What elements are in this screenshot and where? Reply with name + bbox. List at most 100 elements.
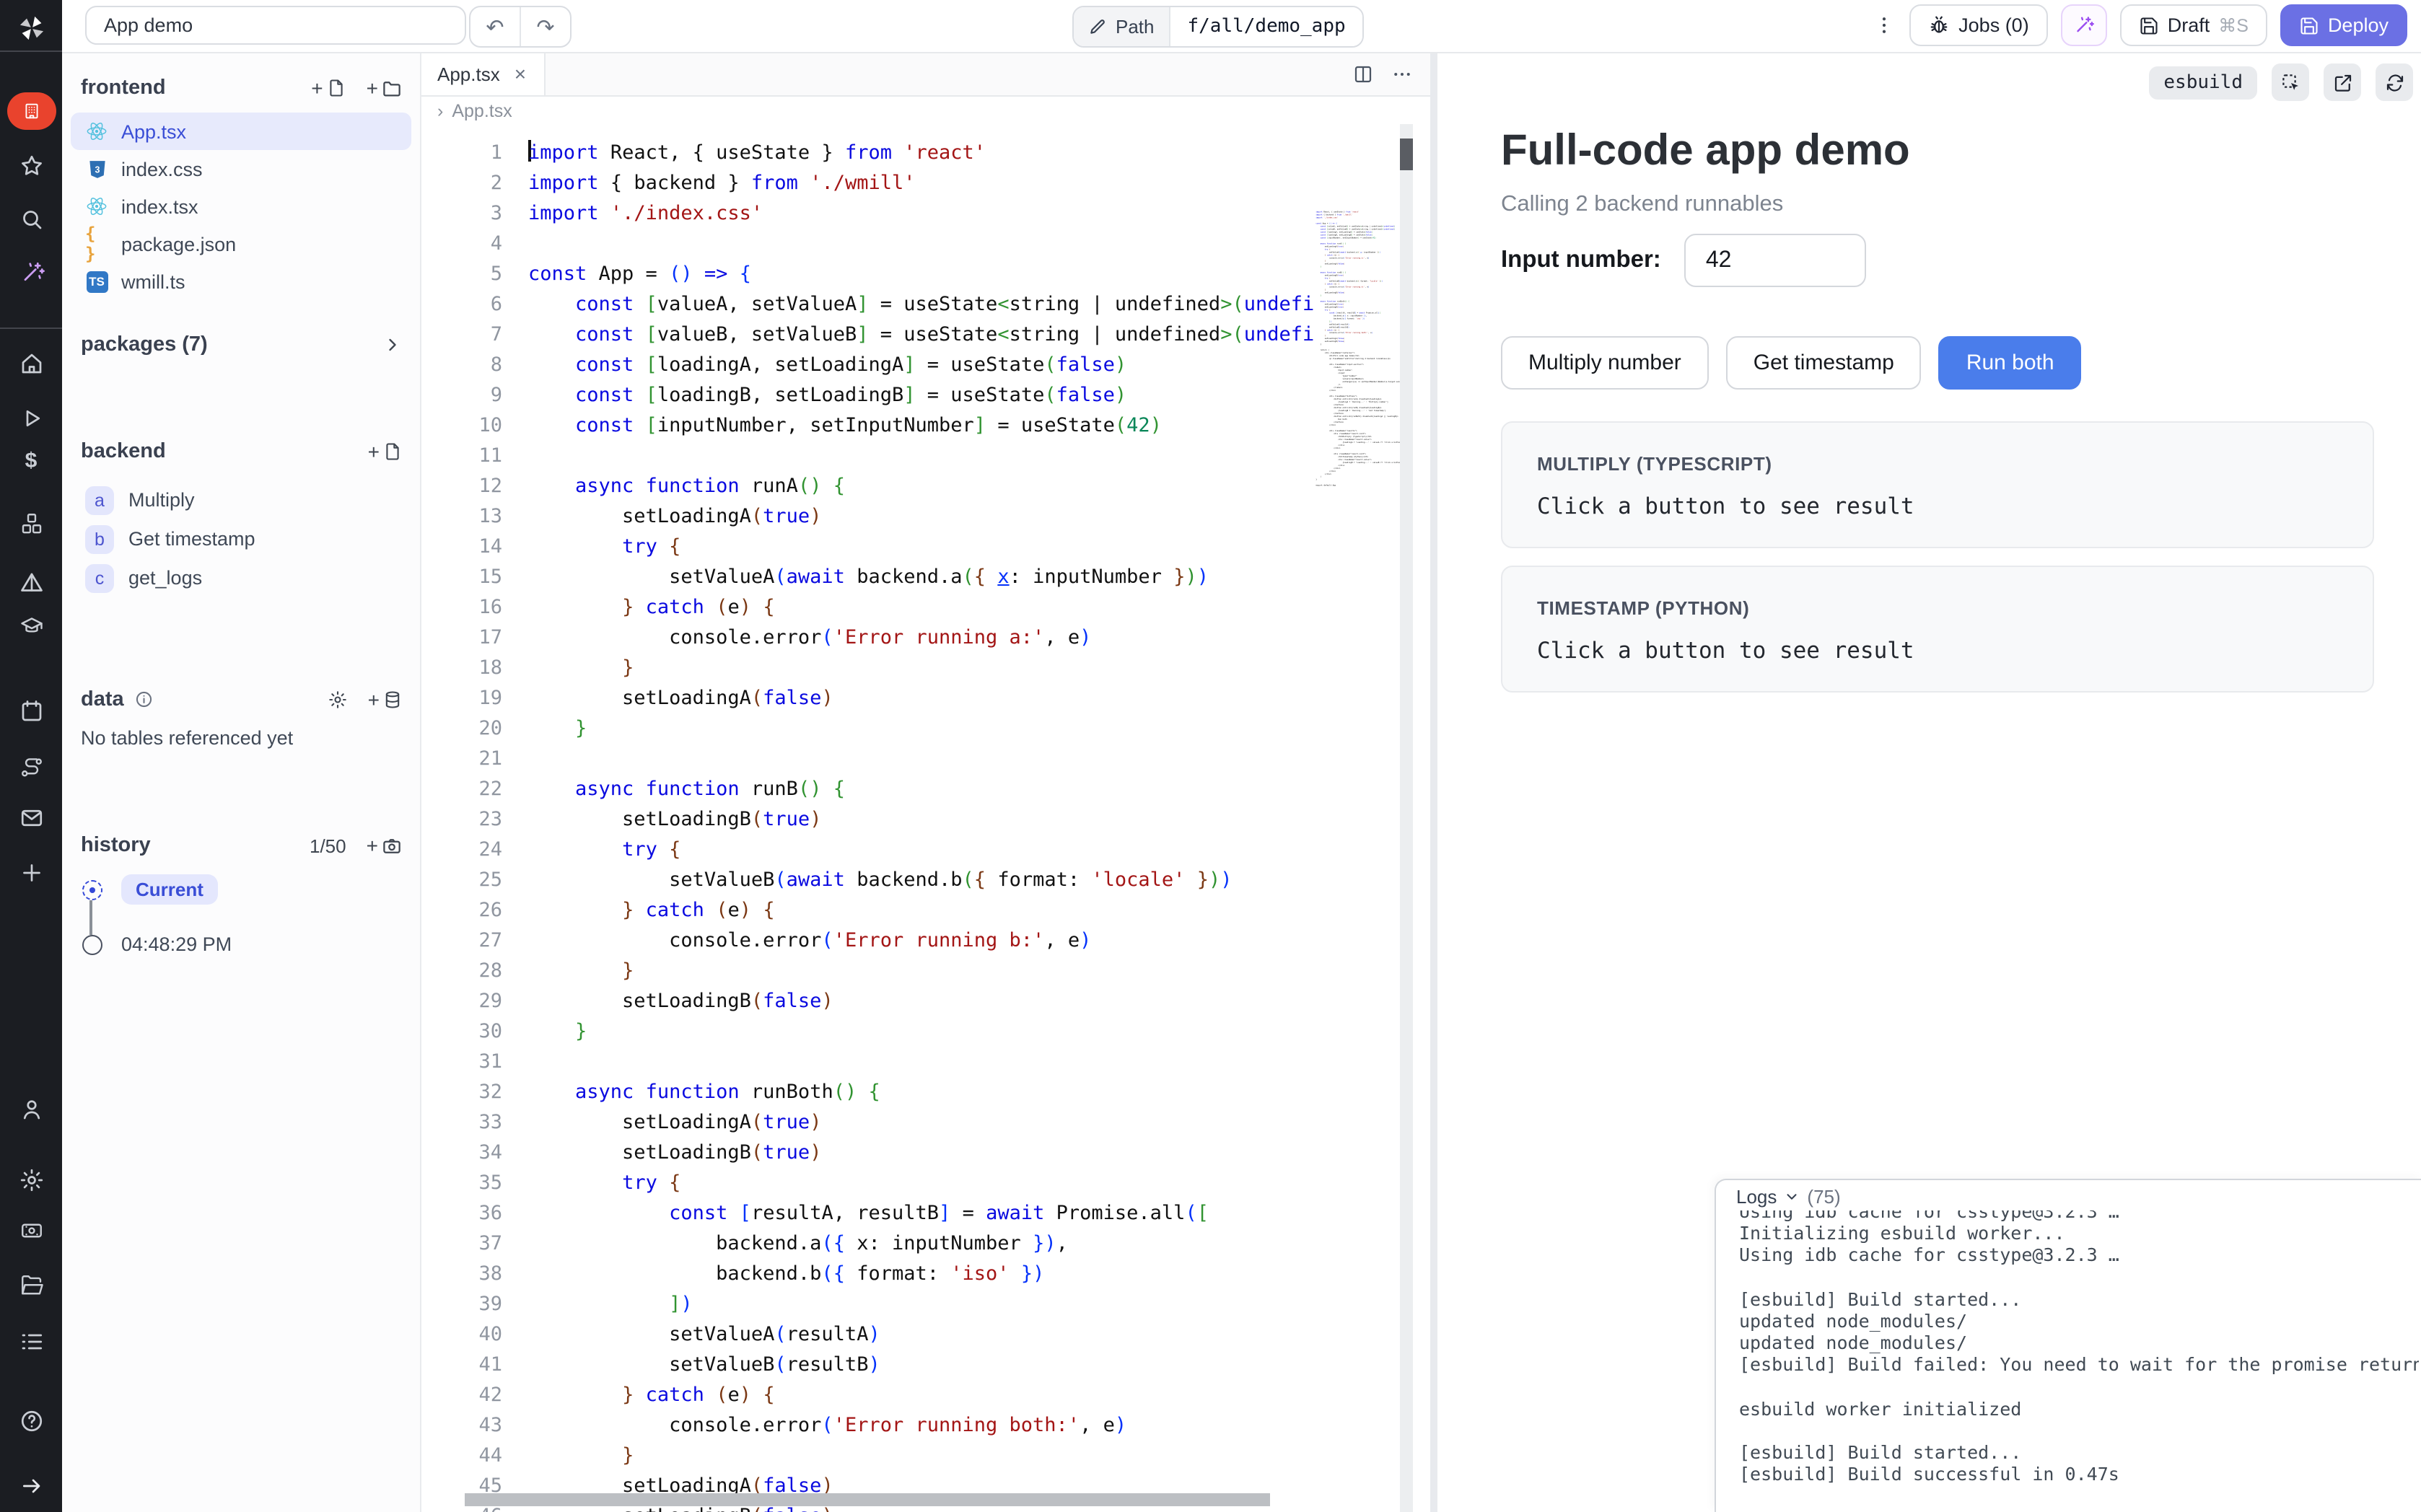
undo-button[interactable]: ↶: [470, 7, 520, 46]
ai-wand-button[interactable]: [2061, 4, 2107, 46]
runnable-name: Get timestamp: [128, 528, 255, 550]
backend-runnable-list: aMultiply b Get timestamp cget_logs: [71, 480, 411, 597]
history-snapshot-node[interactable]: [82, 935, 102, 955]
workers-icon[interactable]: [18, 1218, 44, 1244]
horizontal-scrollbar[interactable]: [465, 1493, 1270, 1506]
code-line: 25 setValueB(await backend.b({ format: '…: [420, 866, 1313, 896]
line-number: 15: [420, 563, 502, 593]
history-current-node[interactable]: [82, 880, 102, 900]
result-card-label: TIMESTAMP (PYTHON): [1537, 597, 2338, 619]
cost-icon[interactable]: $: [25, 449, 38, 475]
inspect-select-button[interactable]: [2272, 63, 2309, 101]
refresh-button[interactable]: [2376, 63, 2413, 101]
log-line: updated node_modules/: [1739, 1332, 2419, 1353]
vertical-scrollbar-track[interactable]: [1400, 124, 1413, 1512]
file-row-wmill-ts[interactable]: TSwmill.ts: [71, 263, 411, 300]
multiply-number-button[interactable]: Multiply number: [1501, 336, 1709, 390]
preview-result-cards: MULTIPLY (TYPESCRIPT)Click a button to s…: [1501, 421, 2374, 693]
draft-button[interactable]: Draft ⌘S: [2120, 4, 2267, 46]
minimap[interactable]: import React, { useState } from 'react'i…: [1313, 211, 1400, 1512]
input-number-field[interactable]: [1684, 234, 1866, 287]
line-number: 41: [420, 1350, 502, 1381]
file-row-index-tsx[interactable]: index.tsx: [71, 188, 411, 225]
path-control[interactable]: Path f/all/demo_app: [1072, 6, 1365, 48]
learn-icon[interactable]: [18, 613, 44, 639]
history-timestamp: 04:48:29 PM: [121, 933, 232, 955]
runnable-name: get_logs: [128, 567, 202, 589]
panel-divider[interactable]: [1430, 52, 1437, 1512]
close-tab-icon[interactable]: ×: [515, 62, 526, 85]
path-value[interactable]: f/all/demo_app: [1170, 7, 1363, 46]
runnable-row-c[interactable]: cget_logs: [71, 558, 411, 597]
line-number: 29: [420, 987, 502, 1017]
editor-more-icon[interactable]: [1391, 63, 1413, 84]
editor-breadcrumb: › App.tsx: [420, 97, 1430, 124]
file-row-package-json[interactable]: { }package.json: [71, 225, 411, 263]
app-name-input[interactable]: [85, 6, 466, 45]
frontend-file-list: App.tsx3index.cssindex.tsx{ }package.jso…: [71, 113, 411, 300]
code-area[interactable]: 1import React, { useState } from 'react'…: [420, 124, 1430, 1512]
split-editor-icon[interactable]: [1352, 63, 1374, 84]
deploy-button[interactable]: Deploy: [2280, 4, 2407, 46]
user-icon[interactable]: [18, 1096, 44, 1122]
flows-icon[interactable]: [18, 755, 44, 781]
file-icon: [326, 78, 346, 98]
run-both-button[interactable]: Run both: [1939, 336, 2082, 390]
packages-section-header[interactable]: packages (7): [81, 328, 403, 362]
data-settings-button[interactable]: [328, 690, 348, 710]
history-current-chip[interactable]: Current: [121, 874, 218, 905]
runnable-row-a[interactable]: aMultiply: [71, 480, 411, 519]
chevron-down-icon[interactable]: [1784, 1189, 1800, 1205]
code-line: 41 setValueB(resultB): [420, 1350, 1313, 1381]
search-icon[interactable]: [18, 206, 44, 232]
line-number: 36: [420, 1199, 502, 1229]
rail-divider: [0, 50, 62, 52]
runnable-badge: b: [85, 524, 114, 553]
file-row-index-css[interactable]: 3index.css: [71, 150, 411, 188]
add-runnable-button[interactable]: +: [368, 440, 403, 463]
gear-icon: [328, 690, 348, 710]
logs-output[interactable]: Using idb cache for csstype@3.2.3 …Initi…: [1739, 1210, 2419, 1512]
redo-button[interactable]: ↷: [520, 7, 570, 46]
runs-icon[interactable]: [18, 405, 44, 431]
resources-icon[interactable]: [18, 511, 44, 537]
jobs-button[interactable]: Jobs (0): [1909, 4, 2048, 46]
settings-icon[interactable]: [18, 1167, 44, 1193]
workspace-icon[interactable]: [6, 92, 56, 130]
windmill-app-editor: $ ↶ ↷ Path f/all/demo_app Jobs (0) Draft…: [0, 0, 2421, 1512]
breadcrumb-file[interactable]: App.tsx: [452, 100, 512, 120]
folders-icon[interactable]: [18, 1273, 44, 1298]
code-line: 31: [420, 1047, 1313, 1078]
tab-app-tsx[interactable]: App.tsx ×: [420, 52, 545, 95]
schedules-icon[interactable]: [18, 698, 44, 724]
triggers-icon[interactable]: [18, 805, 44, 831]
windmill-logo-icon[interactable]: [14, 12, 48, 45]
add-file-button[interactable]: +: [311, 76, 346, 100]
code-line: 9 const [loadingB, setLoadingB] = useSta…: [420, 381, 1313, 411]
runnable-badge: a: [85, 485, 114, 514]
open-external-button[interactable]: [2324, 63, 2361, 101]
code-line: 28 }: [420, 957, 1313, 987]
add-folder-button[interactable]: +: [367, 76, 403, 100]
audit-logs-icon[interactable]: [18, 1329, 44, 1355]
get-timestamp-button[interactable]: Get timestamp: [1726, 336, 1922, 390]
home-icon[interactable]: [18, 351, 44, 377]
code-line: 24 try {: [420, 835, 1313, 866]
ai-assistant-icon[interactable]: [18, 260, 44, 286]
favorites-icon[interactable]: [18, 153, 44, 179]
add-icon[interactable]: [18, 860, 44, 886]
line-number: 25: [420, 866, 502, 896]
logs-title[interactable]: Logs: [1736, 1186, 1777, 1208]
line-number: 12: [420, 472, 502, 502]
file-row-app-tsx[interactable]: App.tsx: [71, 113, 411, 150]
icon-rail: $: [0, 0, 62, 1512]
more-menu-button[interactable]: [1870, 14, 1896, 36]
runnable-row-b[interactable]: b Get timestamp: [71, 519, 411, 558]
snapshot-button[interactable]: +: [367, 834, 403, 857]
vertical-scrollbar-thumb[interactable]: [1400, 139, 1413, 170]
help-icon[interactable]: [18, 1408, 44, 1434]
add-table-button[interactable]: +: [368, 688, 403, 711]
variables-icon[interactable]: [18, 570, 44, 596]
chevron-right-icon[interactable]: [382, 335, 403, 355]
expand-icon[interactable]: [19, 1474, 43, 1498]
